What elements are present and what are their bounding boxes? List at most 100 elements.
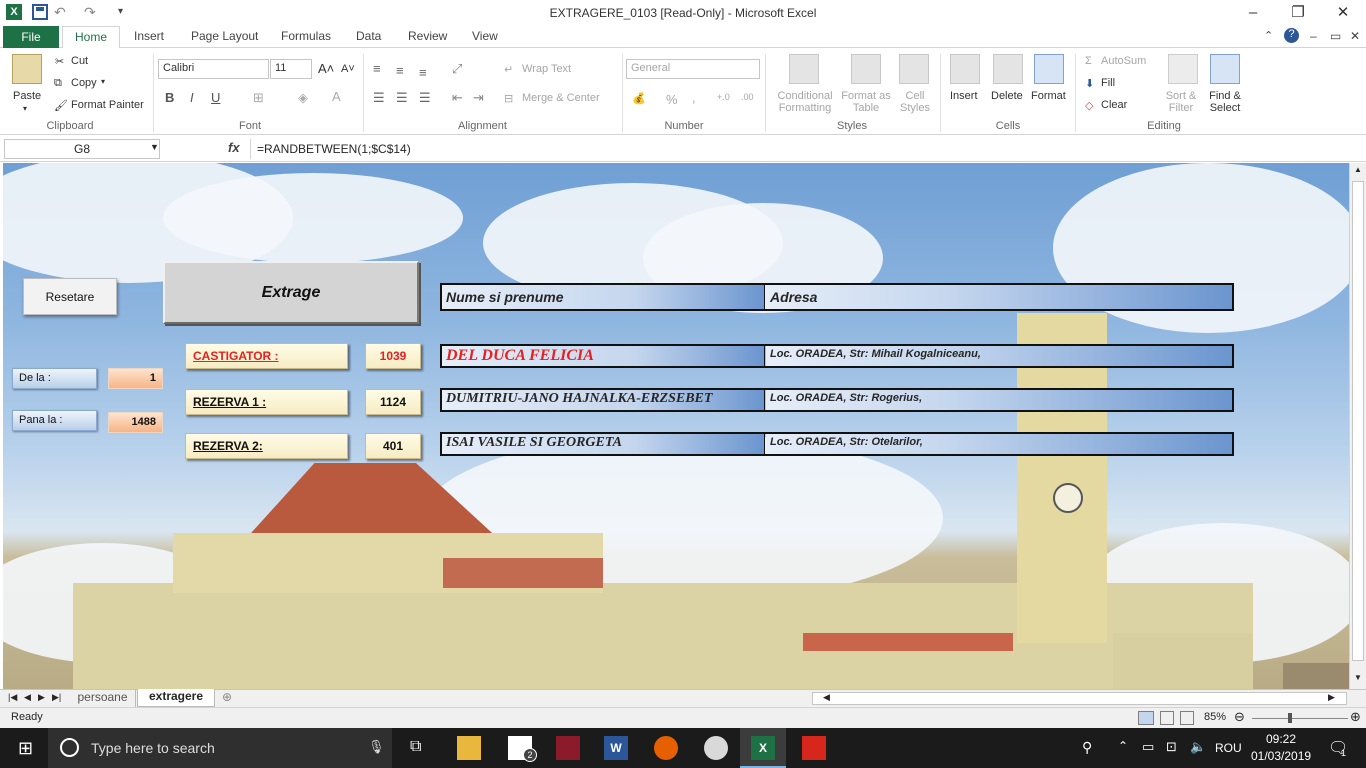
currency-icon[interactable]: 💰 — [632, 92, 646, 105]
scroll-down-icon[interactable]: ▼ — [1352, 673, 1364, 685]
italic-button[interactable]: I — [190, 90, 194, 105]
paste-button[interactable]: Paste — [13, 90, 41, 102]
format-cells-button[interactable]: Format — [1031, 90, 1066, 102]
normal-view-icon[interactable] — [1138, 711, 1154, 725]
percent-button[interactable]: % — [666, 92, 678, 107]
delete-cells-button[interactable]: Delete — [991, 90, 1023, 102]
increase-decimal-icon[interactable]: +.0 — [717, 92, 730, 102]
zoom-in-icon[interactable]: ⊕ — [1350, 709, 1361, 725]
help-icon[interactable]: ? — [1284, 28, 1299, 43]
clock-time[interactable]: 09:22 — [1266, 732, 1296, 746]
reserve1-name-cell[interactable]: DUMITRIU-JANO HAJNALKA-ERZSEBET — [442, 390, 765, 410]
firefox-icon[interactable] — [654, 736, 678, 760]
winner-name-cell[interactable]: DEL DUCA FELICIA — [442, 346, 765, 366]
align-center-icon[interactable]: ☰ — [396, 90, 408, 106]
number-format-select[interactable]: General — [626, 59, 760, 79]
minimize-button[interactable]: – — [1230, 0, 1276, 26]
sheet-tab-persoane[interactable]: persoane — [70, 690, 136, 707]
tab-home[interactable]: Home — [62, 26, 120, 49]
font-name-select[interactable]: Calibri — [158, 59, 269, 79]
sheet-tab-extragere[interactable]: extragere — [137, 689, 215, 707]
microphone-icon[interactable]: 🎙 — [368, 739, 385, 755]
tab-view[interactable]: View — [472, 29, 498, 43]
file-explorer-icon[interactable] — [457, 736, 481, 760]
comma-button[interactable]: , — [692, 90, 696, 105]
word-icon[interactable]: W — [604, 736, 628, 760]
copy-dropdown-icon[interactable]: ▾ — [101, 77, 105, 86]
merge-center-button[interactable]: Merge & Center — [522, 92, 600, 104]
winner-address-cell[interactable]: Loc. ORADEA, Str: Mihail Kogalniceanu, — [766, 346, 1232, 366]
zoom-out-icon[interactable]: ⊖ — [1234, 709, 1245, 725]
align-left-icon[interactable]: ☰ — [373, 90, 385, 106]
orientation-icon[interactable]: ⤢ — [452, 61, 462, 77]
format-as-table-button[interactable]: Format as Table — [840, 90, 892, 114]
copy-button[interactable]: Copy — [71, 77, 97, 89]
reserve1-number-cell[interactable]: 1124 — [365, 389, 421, 415]
header-name-cell[interactable]: Nume si prenume — [442, 285, 765, 309]
decrease-indent-icon[interactable]: ⇤ — [452, 90, 463, 106]
tab-data[interactable]: Data — [356, 29, 381, 43]
horizontal-scrollbar[interactable] — [812, 692, 1347, 705]
battery-icon[interactable]: ▭ — [1142, 739, 1154, 755]
decrease-decimal-icon[interactable]: .00 — [741, 92, 754, 102]
cell-styles-button[interactable]: Cell Styles — [895, 90, 935, 114]
wb-minimize-icon[interactable]: – — [1310, 29, 1317, 43]
excel-taskbar-item[interactable]: X — [740, 728, 786, 768]
increase-indent-icon[interactable]: ⇥ — [473, 90, 484, 106]
conditional-formatting-button[interactable]: Conditional Formatting — [775, 90, 835, 114]
acrobat-icon[interactable] — [802, 736, 826, 760]
draw-button[interactable]: Extrage — [163, 261, 419, 324]
align-middle-icon[interactable]: ≡ — [396, 63, 404, 78]
name-box[interactable]: G8 — [4, 139, 160, 159]
paste-icon[interactable] — [12, 54, 42, 84]
reserve2-name-cell[interactable]: ISAI VASILE SI GEORGETA — [442, 434, 765, 454]
wb-restore-icon[interactable]: ▭ — [1330, 29, 1341, 43]
wrap-text-button[interactable]: Wrap Text — [522, 63, 571, 75]
people-icon[interactable]: ⚲ — [1082, 739, 1092, 756]
scroll-thumb[interactable] — [1352, 181, 1364, 661]
bold-button[interactable]: B — [165, 90, 174, 105]
app-icon[interactable] — [704, 736, 728, 760]
underline-button[interactable]: U — [211, 90, 220, 105]
vertical-scrollbar[interactable]: ▲ ▼ — [1349, 163, 1366, 689]
zoom-level[interactable]: 85% — [1204, 711, 1226, 723]
to-value-cell[interactable]: 1488 — [108, 412, 163, 433]
first-sheet-icon[interactable]: |◀ — [8, 692, 17, 703]
font-size-select[interactable]: 11 — [270, 59, 312, 79]
align-top-icon[interactable]: ≡ — [373, 61, 381, 76]
formula-input[interactable]: =RANDBETWEEN(1;$C$14) — [250, 139, 1356, 159]
language-indicator[interactable]: ROU — [1215, 741, 1242, 755]
tab-page-layout[interactable]: Page Layout — [191, 29, 258, 43]
name-box-dropdown-icon[interactable]: ▼ — [150, 142, 159, 152]
sort-filter-button[interactable]: Sort & Filter — [1160, 90, 1202, 114]
autosum-button[interactable]: AutoSum — [1101, 55, 1146, 67]
insert-cells-button[interactable]: Insert — [950, 90, 978, 102]
shrink-font-icon[interactable]: A˅ — [341, 63, 355, 75]
align-right-icon[interactable]: ☰ — [419, 90, 431, 106]
scroll-right-icon[interactable]: ▶ — [1328, 692, 1335, 703]
cut-button[interactable]: Cut — [71, 55, 88, 67]
from-value-cell[interactable]: 1 — [108, 368, 163, 389]
new-sheet-icon[interactable]: ⊕ — [222, 690, 232, 704]
windows-start-icon[interactable]: ⊞ — [18, 738, 33, 759]
reserve1-address-cell[interactable]: Loc. ORADEA, Str: Rogerius, — [766, 390, 1232, 410]
page-break-view-icon[interactable] — [1180, 711, 1194, 725]
last-sheet-icon[interactable]: ▶| — [52, 692, 61, 703]
tab-file[interactable]: File — [3, 26, 59, 48]
scroll-up-icon[interactable]: ▲ — [1352, 165, 1364, 177]
find-select-button[interactable]: Find & Select — [1204, 90, 1246, 114]
zoom-slider[interactable] — [1252, 718, 1348, 719]
taskbar-search-box[interactable]: Type here to search 🎙 — [48, 728, 392, 768]
close-button[interactable]: ✕ — [1320, 0, 1366, 26]
worksheet-area[interactable]: Resetare Extrage De la : 1 Pana la : 148… — [3, 163, 1349, 689]
tab-formulas[interactable]: Formulas — [281, 29, 331, 43]
fill-color-icon[interactable]: ◈ — [298, 90, 308, 106]
format-painter-button[interactable]: Format Painter — [71, 99, 144, 111]
fill-button[interactable]: Fill — [1101, 77, 1115, 89]
insert-function-button[interactable]: fx — [228, 140, 240, 155]
header-address-cell[interactable]: Adresa — [766, 285, 1232, 309]
next-sheet-icon[interactable]: ▶ — [38, 692, 45, 703]
font-color-icon[interactable]: A — [332, 89, 341, 104]
clear-button[interactable]: Clear — [1101, 99, 1127, 111]
collapse-ribbon-icon[interactable]: ⌃ — [1264, 29, 1273, 42]
